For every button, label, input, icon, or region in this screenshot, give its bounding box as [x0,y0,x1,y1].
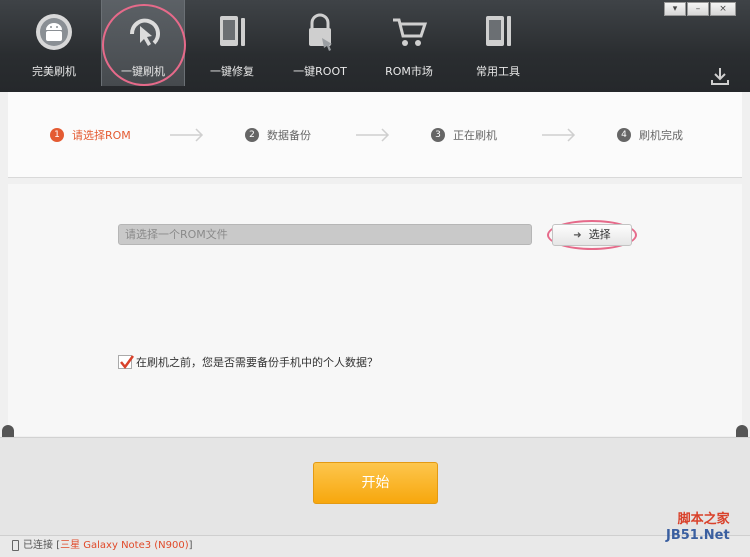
close-button[interactable]: × [710,2,736,16]
step-data-backup: 2 数据备份 [245,128,311,144]
watermark-line2: JB51.Net [666,528,730,543]
tool-label: 一键修复 [210,65,254,78]
phone-tools-icon [486,16,511,46]
highlight-ring [102,4,186,86]
step-complete: 4 刷机完成 [617,128,683,144]
watermark-line1: 脚本之家 [677,512,730,527]
backup-option[interactable]: 在刷机之前，您是否需要备份手机中的个人数据？ [118,355,378,371]
step-bar: 1 请选择ROM 2 数据备份 3 正在刷机 4 刷机完成 [8,92,742,178]
start-button[interactable]: 开始 [313,462,438,504]
menu-button[interactable]: ▾ [664,2,686,16]
tool-common-tools[interactable]: 常用工具 [456,0,540,86]
tool-one-click-repair[interactable]: 一键修复 [190,0,274,86]
backup-checkbox[interactable] [118,355,135,370]
step-select-rom: 1 请选择ROM [50,128,131,144]
backup-label: 在刷机之前，您是否需要备份手机中的个人数据？ [136,356,378,369]
top-toolbar: ▾ – × 完美刷机 一键刷机 一键修复 一键ROOT ROM市场 常用工具 [0,0,750,92]
connection-status: 已连接 [23,540,53,551]
tool-rom-market[interactable]: ROM市场 [367,0,451,86]
tool-label: 一键ROOT [293,65,347,78]
tool-label: 完美刷机 [32,65,76,78]
tool-one-click-root[interactable]: 一键ROOT [278,0,362,86]
phone-icon [12,539,19,551]
app-window: ▾ – × 完美刷机 一键刷机 一键修复 一键ROOT ROM市场 常用工具 1… [0,0,750,557]
shopping-cart-icon [393,18,428,46]
watermark: 脚本之家 JB51.Net [666,512,730,544]
download-icon[interactable] [710,66,730,86]
minimize-button[interactable]: – [687,2,709,16]
rom-file-input[interactable]: 请选择一个ROM文件 [118,224,532,245]
main-panel: 请选择一个ROM文件 ➜ 选择 在刷机之前，您是否需要备份手机中的个人数据？ [8,184,742,436]
tool-label: ROM市场 [385,65,433,78]
tool-label: 常用工具 [476,65,520,78]
device-name: 三星 Galaxy Note3 (N900) [60,540,189,551]
android-icon [36,14,72,50]
status-bar: 已连接 [三星 Galaxy Note3 (N900)] [0,535,750,557]
arrow-right-icon: ➜ [573,230,582,241]
choose-button[interactable]: ➜ 选择 [552,224,632,246]
step-arrow-icon [542,128,576,142]
lock-hand-icon [309,13,332,51]
tool-perfect-flash[interactable]: 完美刷机 [12,0,96,86]
step-arrow-icon [356,128,390,142]
step-flashing: 3 正在刷机 [431,128,497,144]
phone-wrench-icon [220,16,245,46]
choose-label: 选择 [588,228,611,241]
checkmark-icon [120,355,135,370]
step-arrow-icon [170,128,204,142]
bottom-panel: 开始 [0,437,750,535]
